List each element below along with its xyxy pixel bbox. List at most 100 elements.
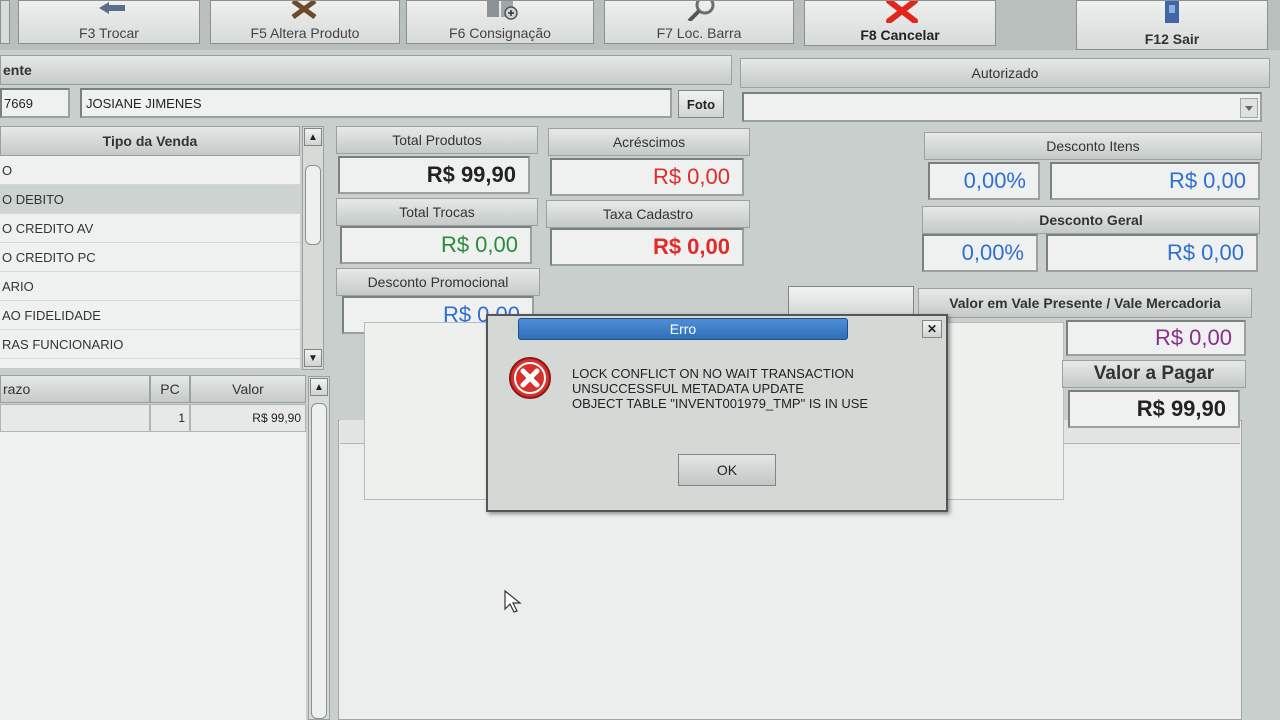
dialog-title: Erro [669,321,697,337]
authorized-header-label: Autorizado [971,65,1039,81]
vale-presente-value-box: R$ 0,00 [1066,320,1246,356]
cell-prazo [0,404,150,432]
consignacao-button[interactable]: F6 Consignação [406,0,594,44]
cancelar-button[interactable]: F8 Cancelar [804,0,996,46]
desconto-itens-percent: 0,00% [963,168,1026,193]
list-item[interactable]: O CREDITO PC [0,243,300,272]
authorized-header: Autorizado [740,58,1270,88]
acrescimos-value: R$ 0,00 [652,164,730,189]
desconto-geral-percent: 0,00% [961,240,1024,265]
vale-presente-label: Valor em Vale Presente / Vale Mercadoria [949,295,1221,311]
list-item-selected[interactable]: O DEBITO [0,185,300,214]
dialog-message: LOCK CONFLICT ON NO WAIT TRANSACTION UNS… [572,366,932,411]
mouse-cursor-icon [504,589,522,614]
list-item-label: O CREDITO AV [2,220,94,236]
list-item-label: O DEBITO [2,191,64,207]
scroll-down-icon[interactable]: ▼ [304,349,322,367]
scroll-up-icon[interactable]: ▲ [304,128,322,146]
total-produtos-value: R$ 99,90 [426,162,516,187]
client-name-value: JOSIANE JIMENES [86,95,202,111]
dialog-message-line: LOCK CONFLICT ON NO WAIT TRANSACTION [572,366,854,381]
total-produtos-label-box: Total Produtos [336,126,538,154]
loc-barra-button-label: F7 Loc. Barra [656,25,742,41]
sale-type-header: Tipo da Venda [0,126,300,156]
total-trocas-label-box: Total Trocas [336,198,538,226]
col-valor-label: Valor [232,381,264,397]
dialog-titlebar[interactable]: Erro [518,318,848,340]
desconto-geral-label: Desconto Geral [1039,212,1143,228]
valor-pagar-value-box: R$ 99,90 [1068,390,1240,428]
desconto-promocional-label: Desconto Promocional [367,274,509,290]
taxa-cadastro-value-box[interactable]: R$ 0,00 [550,228,744,266]
vale-presente-label-box: Valor em Vale Presente / Vale Mercadoria [918,288,1252,318]
trocar-button[interactable]: F3 Trocar [18,0,200,44]
chevron-down-icon[interactable] [1240,98,1258,118]
exit-door-icon [1159,1,1187,25]
valor-pagar-label: Valor a Pagar [1093,363,1215,384]
client-name-field[interactable]: JOSIANE JIMENES [80,88,672,118]
list-item-label: RAS FUNCIONARIO [2,336,124,352]
list-item-label: ARIO [2,278,34,294]
desconto-geral-percent-box[interactable]: 0,00% [922,234,1038,272]
acrescimos-label-box: Acréscimos [548,128,750,156]
photo-button-label: Foto [686,96,716,112]
desconto-promocional-label-box: Desconto Promocional [336,268,540,296]
magnifier-icon [683,0,717,23]
total-trocas-value: R$ 0,00 [440,232,518,257]
col-prazo-label: razo [3,381,31,397]
acrescimos-value-box[interactable]: R$ 0,00 [550,158,744,196]
installments-col-valor: Valor [190,375,306,403]
installments-col-pc: PC [150,375,190,403]
desconto-geral-label-box: Desconto Geral [922,206,1260,234]
valor-pagar-label-box: Valor a Pagar [1062,360,1246,388]
total-produtos-value-box: R$ 99,90 [338,156,530,194]
installments-scrollbar[interactable]: ▲ [308,376,330,720]
client-code-value: 7669 [4,95,33,111]
total-produtos-label: Total Produtos [392,132,482,148]
scroll-thumb[interactable] [311,403,327,719]
list-item[interactable]: ARIO [0,272,300,301]
photo-button[interactable]: Foto [678,90,724,118]
dialog-ok-label: OK [716,462,738,478]
loc-barra-button[interactable]: F7 Loc. Barra [604,0,794,44]
desconto-itens-percent-box[interactable]: 0,00% [928,162,1040,200]
sale-type-header-label: Tipo da Venda [102,133,198,149]
error-dialog: Erro ✕ LOCK CONFLICT ON NO WAIT TRANSACT… [486,314,948,512]
client-header-label: ente [3,62,32,78]
altera-produto-button[interactable]: F5 Altera Produto [210,0,400,44]
vale-presente-value: R$ 0,00 [1154,325,1232,350]
scroll-thumb[interactable] [305,165,321,245]
taxa-cadastro-label: Taxa Cadastro [602,206,694,222]
installments-col-prazo: razo [0,375,150,403]
list-item[interactable]: RAS FUNCIONARIO [0,330,300,359]
cancelar-button-label: F8 Cancelar [860,27,940,43]
consignacao-button-label: F6 Consignação [449,25,551,41]
installments-header: razo PC Valor [0,375,306,403]
list-item-label: O [2,162,13,178]
sale-type-scrollbar[interactable]: ▲ ▼ [302,126,324,370]
desconto-itens-value-box[interactable]: R$ 0,00 [1050,162,1260,200]
list-item-label: AO FIDELIDADE [2,307,101,323]
sair-button[interactable]: F12 Sair [1076,0,1268,50]
altera-produto-button-label: F5 Altera Produto [250,25,360,41]
total-trocas-value-box: R$ 0,00 [340,226,532,264]
desconto-itens-label: Desconto Itens [1046,138,1140,154]
tools-icon [289,0,319,20]
toolbar: F3 Trocar F5 Altera Produto F6 Consignaç… [0,0,1280,50]
table-row[interactable]: 1 R$ 99,90 [0,404,306,432]
desconto-geral-value: R$ 0,00 [1166,240,1244,265]
close-icon[interactable]: ✕ [922,320,942,338]
list-item[interactable]: O CREDITO AV [0,214,300,243]
dialog-message-line: OBJECT TABLE "INVENT001979_TMP" IS IN US… [572,396,869,411]
dialog-ok-button[interactable]: OK [678,454,776,486]
list-item[interactable]: O [0,156,300,185]
client-header: ente [0,55,732,85]
desconto-geral-value-box[interactable]: R$ 0,00 [1046,234,1258,272]
scroll-up-icon[interactable]: ▲ [310,378,328,396]
client-code-field[interactable]: 7669 [0,88,70,118]
list-item[interactable]: AO FIDELIDADE [0,301,300,330]
taxa-cadastro-label-box: Taxa Cadastro [546,200,750,228]
desconto-itens-value: R$ 0,00 [1168,168,1246,193]
authorized-select[interactable] [742,92,1262,122]
arrow-left-icon [97,1,127,14]
